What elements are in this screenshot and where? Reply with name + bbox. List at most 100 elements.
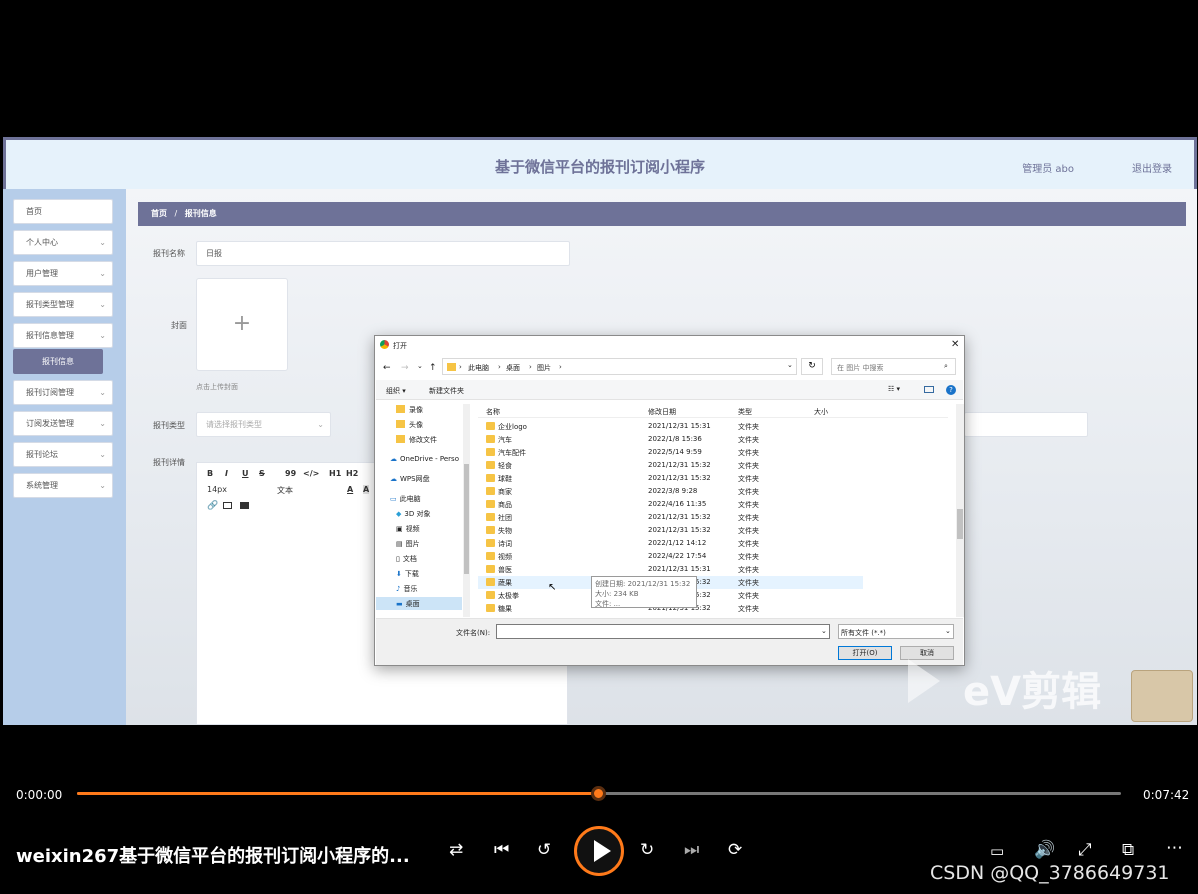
file-row[interactable]: 企业logo 2021/12/31 15:31 文件夹	[478, 420, 863, 433]
preview-pane-icon[interactable]	[924, 386, 934, 393]
sidebar-item-label: 报刊论坛	[26, 450, 58, 459]
nav-item[interactable]: ◆ 3D 对象	[396, 509, 430, 519]
nav-item[interactable]: ▭ 此电脑	[390, 494, 421, 504]
loop-icon[interactable]: ⟳	[728, 840, 742, 860]
forward-icon[interactable]: →	[401, 363, 409, 373]
font-color-button[interactable]: A	[347, 485, 353, 494]
refresh-icon[interactable]: ↻	[801, 358, 823, 375]
view-icon[interactable]: ☷ ▾	[888, 385, 900, 393]
text-style-select[interactable]: 文本	[277, 485, 293, 496]
file-row[interactable]: 视频 2022/4/22 17:54 文件夹	[478, 550, 863, 563]
file-type-select[interactable]: 所有文件 (*.*) ⌄	[838, 624, 954, 639]
sidebar-item-forum[interactable]: 报刊论坛 ⌄	[13, 442, 113, 467]
fullscreen-icon[interactable]: ⤢	[1078, 840, 1092, 860]
breadcrumb-home[interactable]: 首页	[151, 209, 167, 218]
path-segment[interactable]: 图片	[537, 363, 551, 373]
sidebar-item-send[interactable]: 订阅发送管理 ⌄	[13, 411, 113, 436]
new-folder-button[interactable]: 新建文件夹	[429, 386, 464, 396]
file-row[interactable]: 汽车 2022/1/8 15:36 文件夹	[478, 433, 863, 446]
nav-item[interactable]: ☁ WPS网盘	[390, 474, 430, 484]
cancel-button[interactable]: 取消	[900, 646, 954, 660]
recent-icon[interactable]: ⌄	[417, 362, 423, 370]
nav-item[interactable]: ▣ 视频	[396, 524, 420, 534]
h2-button[interactable]: H2	[346, 469, 358, 478]
sidebar-item-personal[interactable]: 个人中心 ⌄	[13, 230, 113, 255]
more-icon[interactable]: ⋯	[1166, 838, 1183, 858]
strike-button[interactable]: S	[259, 469, 265, 478]
sidebar-item-system[interactable]: 系统管理 ⌄	[13, 473, 113, 498]
logout-link[interactable]: 退出登录	[1132, 160, 1172, 175]
file-row[interactable]: 诗词 2022/1/12 14:12 文件夹	[478, 537, 863, 550]
nav-item[interactable]: 修改文件	[396, 435, 437, 445]
sidebar-item-type[interactable]: 报刊类型管理 ⌄	[13, 292, 113, 317]
volume-icon[interactable]: 🔊	[1034, 840, 1055, 860]
sidebar-subitem-info[interactable]: 报刊信息	[13, 349, 103, 374]
forward-icon[interactable]: ↻	[640, 840, 654, 860]
nav-item[interactable]: ☁ OneDrive - Perso	[390, 455, 459, 463]
file-row[interactable]: 商家 2022/3/8 9:28 文件夹	[478, 485, 863, 498]
file-row[interactable]: 社团 2021/12/31 15:32 文件夹	[478, 511, 863, 524]
address-bar[interactable]: › 此电脑 › 桌面 › 图片 › ⌄	[442, 358, 797, 375]
file-row[interactable]: 球鞋 2021/12/31 15:32 文件夹	[478, 472, 863, 485]
underline-button[interactable]: U	[242, 469, 249, 478]
nav-item-label: WPS网盘	[400, 475, 430, 483]
quote-button[interactable]: 99	[285, 469, 296, 478]
font-size-select[interactable]: 14px	[207, 485, 227, 494]
code-button[interactable]: </>	[303, 469, 319, 478]
sidebar-item-info[interactable]: 报刊信息管理 ⌄	[13, 323, 113, 348]
file-row[interactable]: 兽医 2021/12/31 15:31 文件夹	[478, 563, 863, 576]
organize-button[interactable]: 组织 ▾	[386, 386, 406, 396]
column-name[interactable]: 名称	[486, 407, 500, 417]
bg-color-button[interactable]: A	[363, 485, 370, 494]
cover-upload[interactable]: +	[196, 278, 288, 371]
rewind-icon[interactable]: ↺	[537, 840, 551, 860]
nav-item[interactable]: ▤ 图片	[396, 539, 420, 549]
shuffle-icon[interactable]: ⇄	[449, 840, 463, 860]
nav-item[interactable]: ♪ 音乐	[396, 584, 417, 594]
sidebar-item-home[interactable]: 首页	[13, 199, 113, 224]
column-type[interactable]: 类型	[738, 407, 752, 417]
column-size[interactable]: 大小	[814, 407, 828, 417]
nav-item[interactable]: 录像	[396, 405, 423, 415]
file-list-scrollbar[interactable]	[956, 404, 964, 617]
file-row[interactable]: 失物 2021/12/31 15:32 文件夹	[478, 524, 863, 537]
bold-button[interactable]: B	[207, 469, 213, 478]
progress-handle[interactable]	[591, 786, 606, 801]
file-row[interactable]: 轻食 2021/12/31 15:32 文件夹	[478, 459, 863, 472]
filename-input[interactable]: ⌄	[496, 624, 830, 639]
file-row[interactable]: 商品 2022/4/16 11:35 文件夹	[478, 498, 863, 511]
dialog-search-input[interactable]: 在 图片 中搜索 ⌕	[831, 358, 956, 375]
pip-icon[interactable]: ⧉	[1122, 840, 1134, 860]
h1-button[interactable]: H1	[329, 469, 341, 478]
back-icon[interactable]: ←	[383, 363, 391, 373]
image-icon[interactable]	[223, 502, 232, 509]
nav-item[interactable]: 头像	[396, 420, 423, 430]
file-row[interactable]: 汽车配件 2022/5/14 9:59 文件夹	[478, 446, 863, 459]
close-icon[interactable]: ✕	[951, 339, 959, 350]
admin-user[interactable]: 管理员 abo	[1022, 160, 1074, 175]
sidebar-item-users[interactable]: 用户管理 ⌄	[13, 261, 113, 286]
type-select[interactable]: 请选择报刊类型 ⌄	[196, 412, 331, 437]
column-date[interactable]: 修改日期	[648, 407, 676, 417]
open-button[interactable]: 打开(O)	[838, 646, 892, 660]
nav-item[interactable]: ⬇ 下载	[396, 569, 419, 579]
chevron-down-icon[interactable]: ⌄	[787, 361, 793, 369]
previous-icon[interactable]: ⏮	[494, 840, 509, 860]
up-icon[interactable]: ↑	[429, 363, 437, 373]
sidebar-item-subscribe[interactable]: 报刊订阅管理 ⌄	[13, 380, 113, 405]
video-icon[interactable]	[240, 502, 249, 509]
subtitles-icon[interactable]: ▭	[990, 842, 1004, 860]
nav-item-selected[interactable]: ▬ 桌面	[376, 597, 462, 610]
help-icon[interactable]: ?	[946, 385, 956, 395]
link-icon[interactable]: 🔗	[207, 501, 218, 511]
nav-item[interactable]: ▯ 文档	[396, 554, 417, 564]
next-icon[interactable]: ⏭	[684, 840, 699, 860]
path-segment[interactable]: 桌面	[506, 363, 520, 373]
path-segment[interactable]: 此电脑	[468, 363, 489, 373]
italic-button[interactable]: I	[225, 469, 228, 478]
hidden-input[interactable]	[964, 412, 1088, 437]
csdn-watermark: CSDN @QQ_3786649731	[930, 862, 1170, 884]
play-button[interactable]	[574, 826, 624, 876]
name-input[interactable]: 日报	[196, 241, 570, 266]
nav-scrollbar[interactable]	[463, 404, 470, 617]
